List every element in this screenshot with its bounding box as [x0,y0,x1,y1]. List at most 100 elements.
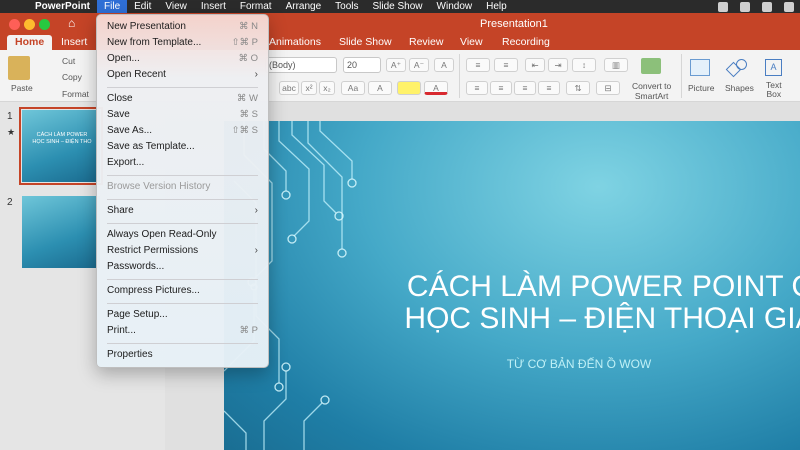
window-zoom-button[interactable] [39,19,50,30]
menu-item-always-open-read-only[interactable]: Always Open Read-Only [97,227,268,243]
slide-title[interactable]: CÁCH LÀM POWER POINT C HỌC SINH – ĐIỆN T… [360,271,800,335]
menu-item-label: Compress Pictures... [107,285,200,296]
menu-separator [107,222,258,224]
menu-item-close[interactable]: Close ⌘ W [97,91,268,107]
paste-button[interactable]: Paste [11,83,33,93]
subscript-button[interactable]: x₂ [319,81,335,95]
line-spacing-button[interactable]: ↕ [572,58,596,72]
window-minimize-button[interactable] [24,19,35,30]
font-color-button[interactable]: A [424,81,448,95]
thumbnail-title: CÁCH LÀM POWER HỌC SINH – ĐIỆN THO [32,132,92,145]
tab-review[interactable]: Review [409,35,443,50]
menu-edit[interactable]: Edit [127,0,158,13]
columns-button[interactable]: ▥ [604,58,628,72]
home-icon[interactable]: ⌂ [68,16,82,30]
tab-view[interactable]: View [460,35,483,50]
menu-item-restrict-permissions[interactable]: Restrict Permissions › [97,243,268,259]
menu-slide-show[interactable]: Slide Show [366,0,430,13]
text-effects-button[interactable]: A [368,81,392,95]
slide[interactable]: CÁCH LÀM POWER POINT C HỌC SINH – ĐIỆN T… [224,121,800,450]
paste-icon[interactable] [8,56,30,80]
tab-home[interactable]: Home [7,35,53,50]
menu-item-save-as[interactable]: Save As... ⇧⌘ S [97,123,268,139]
slide-subtitle[interactable]: TỪ CƠ BẢN ĐẾN Ồ WOW [484,357,674,371]
font-name-select[interactable]: (Body) [265,57,337,73]
window-close-button[interactable] [9,19,20,30]
menu-item-label: Open... [107,53,140,64]
cut-button[interactable]: Cut [62,56,75,66]
menu-item-label: Browse Version History [107,181,211,192]
text-direction-button[interactable]: ⇅ [566,81,590,95]
shapes-button[interactable]: Shapes [725,83,754,93]
chevron-right-icon: › [254,205,258,216]
menu-help[interactable]: Help [479,0,514,13]
menu-item-share[interactable]: Share › [97,203,268,219]
menu-item-save-as-template[interactable]: Save as Template... [97,139,268,155]
chevron-right-icon: › [254,245,258,256]
tab-insert[interactable]: Insert [61,35,87,50]
file-menu-dropdown: New Presentation ⌘ N New from Template... ⇧… [96,14,269,368]
change-case-button[interactable]: Aa [341,81,365,95]
menu-item-label: Restrict Permissions [107,245,199,256]
decrease-font-button[interactable]: A⁻ [409,58,429,72]
smartart-icon[interactable] [641,58,661,74]
menu-item-new-from-template[interactable]: New from Template... ⇧⌘ P [97,35,268,51]
convert-smartart-button[interactable]: Convert to SmartArt [632,81,671,101]
menu-item-passwords[interactable]: Passwords... [97,259,268,275]
menu-item-save[interactable]: Save ⌘ S [97,107,268,123]
menu-item-print[interactable]: Print... ⌘ P [97,323,268,339]
align-text-button[interactable]: ⊟ [596,81,620,95]
tray-messenger-icon[interactable] [740,1,750,12]
menu-item-properties[interactable]: Properties [97,347,268,363]
menu-item-label: Save as Template... [107,141,195,152]
slide-thumbnail[interactable]: CÁCH LÀM POWER HỌC SINH – ĐIỆN THO [19,107,103,185]
menu-item-open-recent[interactable]: Open Recent › [97,67,268,83]
tray-notion-icon[interactable] [784,1,794,12]
menu-bar: PowerPoint File Edit View Insert Format … [0,0,800,13]
tab-slide-show[interactable]: Slide Show [339,35,392,50]
tab-recording[interactable]: Recording [502,35,550,50]
menu-window[interactable]: Window [430,0,480,13]
tray-app-icon[interactable] [718,1,728,12]
font-size-select[interactable]: 20 [343,57,381,73]
superscript-button[interactable]: x² [301,81,317,95]
menu-item-label: Open Recent [107,69,166,80]
menu-item-export[interactable]: Export... [97,155,268,171]
menu-format[interactable]: Format [233,0,279,13]
shapes-icon[interactable] [725,59,748,78]
menu-item-compress-pictures[interactable]: Compress Pictures... [97,283,268,299]
highlight-color-button[interactable] [397,81,421,95]
menu-file[interactable]: File [97,0,128,13]
strikethrough-button[interactable]: abc [279,81,299,95]
menu-tools[interactable]: Tools [328,0,365,13]
text-box-icon[interactable]: A [765,59,782,76]
align-left-button[interactable]: ≡ [466,81,488,95]
increase-font-button[interactable]: A⁺ [386,58,406,72]
menu-item-open[interactable]: Open... ⌘ O [97,51,268,67]
menu-app-name[interactable]: PowerPoint [28,0,97,13]
menu-arrange[interactable]: Arrange [279,0,329,13]
decrease-indent-button[interactable]: ⇤ [525,58,545,72]
animation-star-icon: ★ [7,127,16,137]
menu-view[interactable]: View [158,0,194,13]
bullets-button[interactable]: ≡ [466,58,490,72]
picture-button[interactable]: Picture [688,83,714,93]
numbering-button[interactable]: ≡ [494,58,518,72]
tray-skype-icon[interactable] [762,1,772,12]
format-painter-button[interactable]: Format [62,89,89,99]
slide-thumbnail[interactable] [22,196,100,268]
picture-icon[interactable] [690,59,710,76]
menu-shortcut: ⌘ W [236,93,258,104]
menu-insert[interactable]: Insert [194,0,233,13]
align-center-button[interactable]: ≡ [490,81,512,95]
increase-indent-button[interactable]: ⇥ [548,58,568,72]
menu-item-label: New from Template... [107,37,202,48]
align-right-button[interactable]: ≡ [514,81,536,95]
tab-animations[interactable]: Animations [269,35,321,50]
copy-button[interactable]: Copy [62,72,82,82]
justify-button[interactable]: ≡ [538,81,560,95]
text-box-button[interactable]: Text Box [766,81,782,99]
menu-item-page-setup[interactable]: Page Setup... [97,307,268,323]
clear-format-icon[interactable]: A [434,58,454,72]
menu-item-new-presentation[interactable]: New Presentation ⌘ N [97,19,268,35]
